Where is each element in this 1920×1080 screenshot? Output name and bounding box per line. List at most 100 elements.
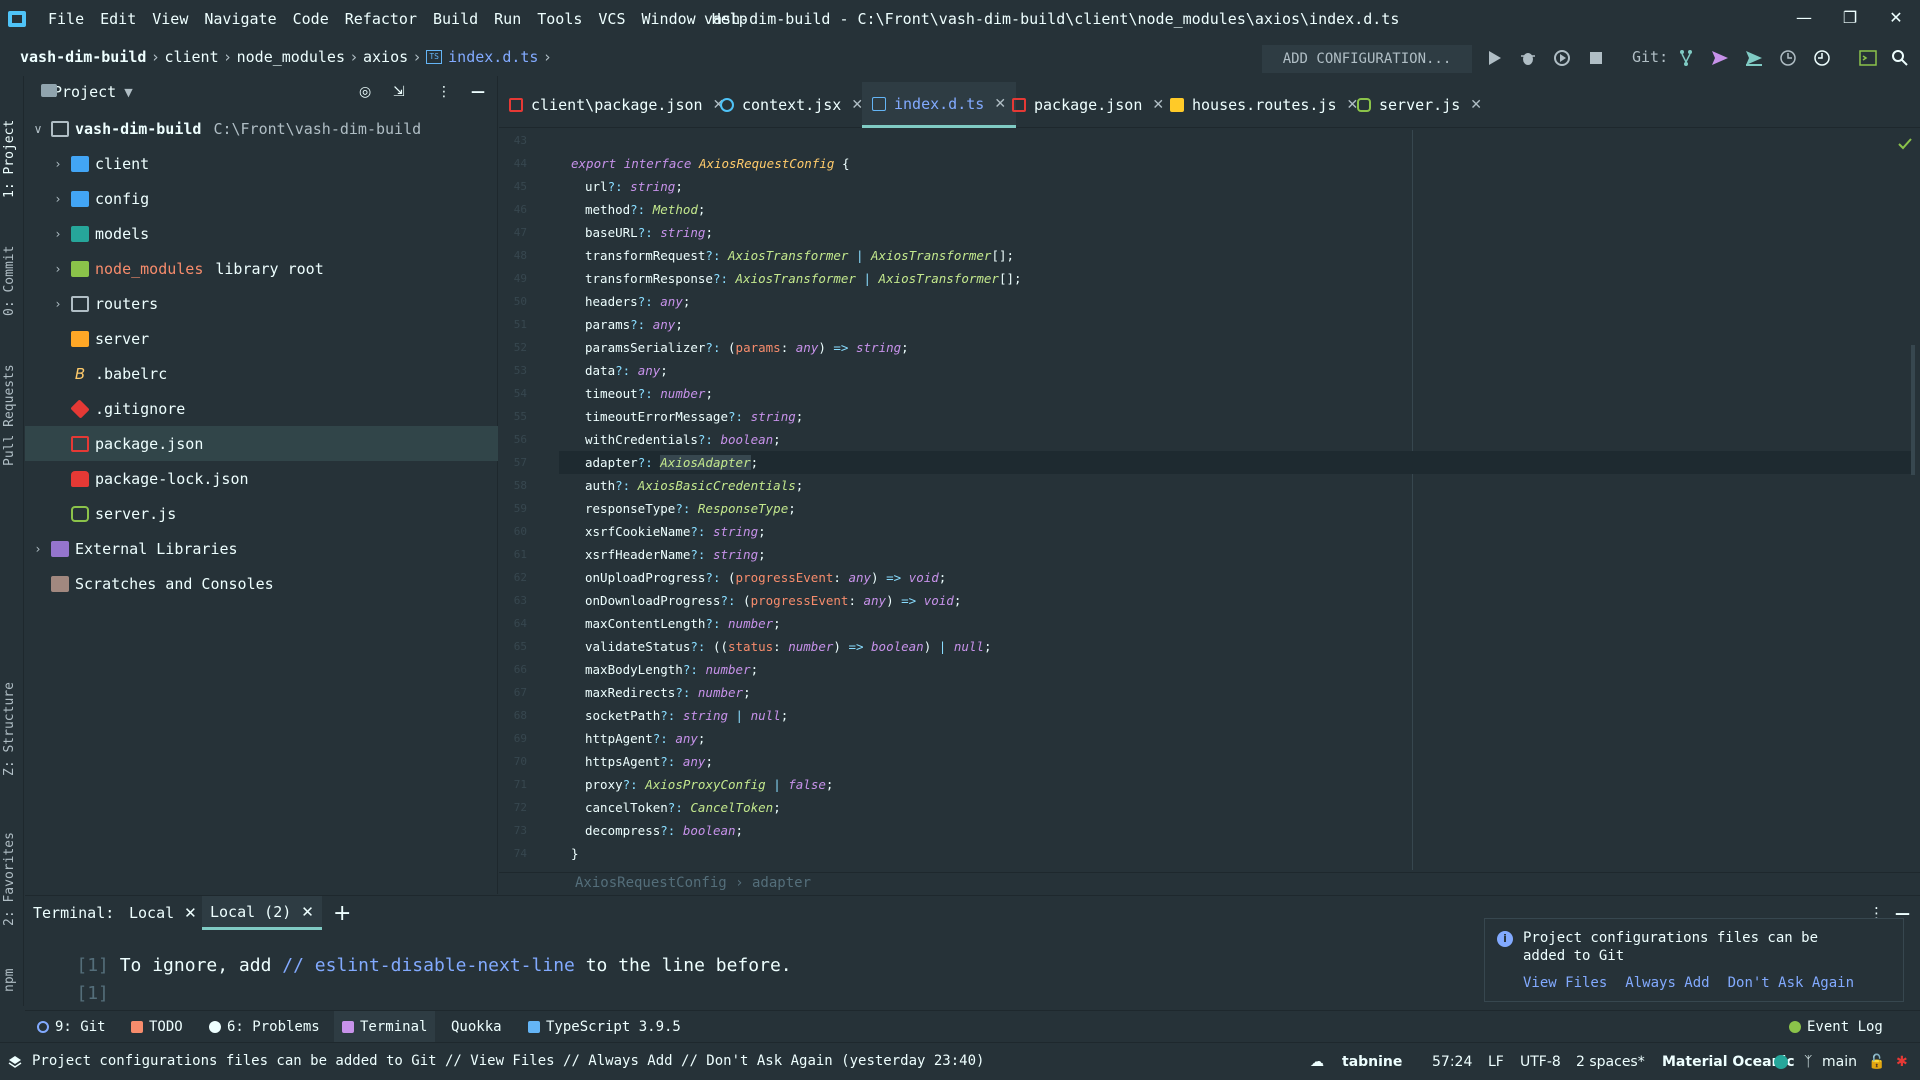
git-branch-name[interactable]: main [1822,1054,1857,1070]
stop-icon[interactable] [1586,48,1606,68]
code-line[interactable]: method?: Method; [585,198,705,221]
code-line[interactable]: headers?: any; [585,290,690,313]
breadcrumb-file[interactable]: index.d.ts [448,48,538,66]
search-icon[interactable] [1890,48,1910,68]
tree-item-scratches[interactable]: Scratches and Consoles [25,566,498,601]
tree-item-external-libraries[interactable]: › External Libraries [25,531,498,566]
tool-window-git[interactable]: 9: Git [37,1011,106,1043]
tab-context-jsx[interactable]: context.jsx ✕ [710,82,873,128]
coverage-icon[interactable] [1552,48,1572,68]
code-line[interactable]: proxy?: AxiosProxyConfig | false; [585,773,833,796]
menu-file[interactable]: File [40,10,92,28]
git-branch-icon[interactable] [1676,48,1696,68]
add-configuration-button[interactable]: ADD CONFIGURATION... [1262,45,1472,73]
code-line[interactable]: onUploadProgress?: (progressEvent: any) … [585,566,946,589]
lock-icon[interactable]: 🔓 [1868,1054,1885,1070]
restore-icon[interactable]: ❐ [1836,5,1864,31]
tree-item-client[interactable]: › client [25,146,498,181]
tree-item-package-lock[interactable]: package-lock.json [25,461,498,496]
code-line[interactable]: transformRequest?: AxiosTransformer | Ax… [585,244,1014,267]
tree-item-server-js[interactable]: server.js [25,496,498,531]
debug-icon[interactable] [1518,48,1538,68]
close-tab-icon[interactable]: ✕ [301,903,314,921]
code-line[interactable]: validateStatus?: ((status: number) => bo… [585,635,991,658]
file-encoding[interactable]: UTF-8 [1520,1054,1561,1070]
bug-icon[interactable]: ✱ [1896,1054,1908,1070]
menu-refactor[interactable]: Refactor [337,10,425,28]
cloud-icon[interactable]: ☁ [1310,1054,1324,1070]
code-line[interactable]: withCredentials?: boolean; [585,428,781,451]
tab-houses-routes-js[interactable]: houses.routes.js ✕ [1160,82,1368,128]
code-line[interactable]: data?: any; [585,359,668,382]
tree-item-gitignore[interactable]: .gitignore [25,391,498,426]
tool-window-problems[interactable]: 6: Problems [209,1011,320,1043]
chevron-down-icon[interactable]: ▼ [124,86,132,99]
cursor-position[interactable]: 57:24 [1432,1054,1472,1070]
code-line[interactable]: baseURL?: string; [585,221,713,244]
tool-tab-pull-requests[interactable]: Pull Requests [2,336,22,466]
code-line[interactable]: auth?: AxiosBasicCredentials; [585,474,803,497]
code-line[interactable]: onDownloadProgress?: (progressEvent: any… [585,589,961,612]
code-line[interactable]: timeoutErrorMessage?: string; [585,405,803,428]
tool-window-quokka[interactable]: Quokka [451,1011,502,1043]
close-tab-icon[interactable]: ✕ [1470,97,1482,113]
chevron-right-icon[interactable]: › [51,297,65,311]
breadcrumb-node-modules[interactable]: node_modules [237,48,345,66]
code-line[interactable]: timeout?: number; [585,382,713,405]
history-icon[interactable] [1778,48,1798,68]
code-line[interactable]: maxContentLength?: number; [585,612,781,635]
indent-setting[interactable]: 2 spaces* [1576,1054,1645,1070]
chevron-right-icon[interactable]: › [51,227,65,241]
tree-item-node-modules[interactable]: › node_modules library root [25,251,498,286]
editor-breadcrumb-text[interactable]: AxiosRequestConfig › adapter [575,875,811,891]
tree-item-server-folder[interactable]: server [25,321,498,356]
always-add-link[interactable]: Always Add [1625,975,1709,991]
event-log-button[interactable]: Event Log [1789,1011,1883,1043]
breadcrumb-client[interactable]: client [164,48,218,66]
code-line[interactable]: httpAgent?: any; [585,727,705,750]
new-terminal-icon[interactable]: + [325,896,359,930]
code-line[interactable]: cancelToken?: CancelToken; [585,796,781,819]
line-separator[interactable]: LF [1488,1054,1504,1070]
chevron-down-icon[interactable]: ∨ [31,122,45,136]
tree-item-models[interactable]: › models [25,216,498,251]
menu-run[interactable]: Run [486,10,529,28]
tool-tab-favorites[interactable]: 2: Favorites [2,816,22,926]
tree-item-routers[interactable]: › routers [25,286,498,321]
run-icon[interactable] [1484,48,1504,68]
theme-status-icon[interactable] [1774,1055,1788,1069]
more-options-icon[interactable]: ⋮ [437,84,451,100]
code-line[interactable]: httpsAgent?: any; [585,750,713,773]
dont-ask-again-link[interactable]: Don't Ask Again [1728,975,1854,991]
close-tab-icon[interactable]: ✕ [184,904,197,922]
code-line[interactable]: maxRedirects?: number; [585,681,751,704]
tool-tab-npm[interactable]: npm [2,952,22,992]
tool-tab-project[interactable]: 1: Project [2,88,22,198]
tool-window-todo[interactable]: TODO [131,1011,183,1043]
status-layers-icon[interactable] [8,1055,22,1069]
menu-code[interactable]: Code [285,10,337,28]
tab-server-js[interactable]: server.js ✕ [1347,82,1492,128]
tree-item-package-json[interactable]: package.json [25,426,498,461]
view-files-link[interactable]: View Files [1523,975,1607,991]
code-line[interactable]: responseType?: ResponseType; [585,497,796,520]
tab-package-json[interactable]: package.json ✕ [1002,82,1174,128]
chevron-right-icon[interactable]: › [51,157,65,171]
menu-build[interactable]: Build [425,10,486,28]
close-icon[interactable]: ✕ [1882,5,1910,31]
minimize-icon[interactable]: — [1790,5,1818,31]
tool-window-terminal[interactable]: Terminal [334,1011,436,1043]
code-line[interactable]: export interface AxiosRequestConfig { [571,152,849,175]
tool-window-typescript[interactable]: TypeScript 3.9.5 [528,1011,681,1043]
chevron-right-icon[interactable]: › [31,542,45,556]
chevron-right-icon[interactable]: › [51,262,65,276]
menu-view[interactable]: View [144,10,196,28]
hide-panel-icon[interactable]: — [471,84,485,100]
project-panel-title[interactable]: Project [53,83,116,101]
status-message[interactable]: Project configurations files can be adde… [32,1053,984,1069]
code-line[interactable]: xsrfHeaderName?: string; [585,543,766,566]
code-line[interactable]: adapter?: AxiosAdapter; [585,451,758,474]
editor-scrollbar[interactable] [1911,345,1915,475]
code-line[interactable]: } [571,842,579,865]
terminal-icon[interactable] [1858,48,1878,68]
